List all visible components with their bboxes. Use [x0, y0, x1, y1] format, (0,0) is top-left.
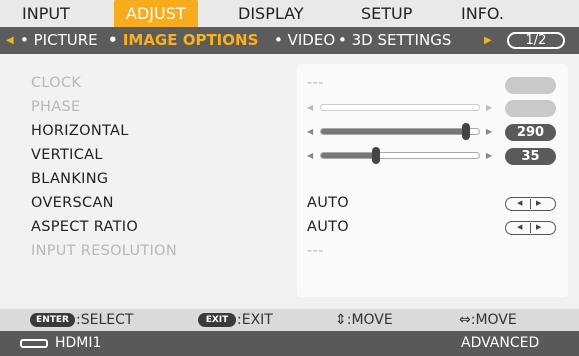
triangle-left-icon[interactable]: ◀ [307, 127, 313, 136]
tab-display[interactable]: DISPLAY [238, 0, 304, 27]
triangle-right-icon[interactable]: ▶ [486, 127, 492, 136]
top-tab-bar: INPUT ADJUST DISPLAY SETUP INFO. [0, 0, 579, 27]
subtab-picture[interactable]: • PICTURE [20, 27, 98, 54]
triangle-right-icon[interactable]: ▶ [536, 199, 541, 207]
overscan-label[interactable]: OVERSCAN [31, 195, 114, 211]
menu-mode: ADVANCED [461, 335, 540, 351]
input-resolution-value: --- [307, 243, 324, 259]
input-resolution-label[interactable]: INPUT RESOLUTION [31, 243, 177, 259]
clock-label[interactable]: CLOCK [31, 75, 81, 91]
triangle-left-icon: ◀ [307, 103, 314, 112]
hdmi-icon [20, 339, 48, 348]
settings-panel: CLOCK --- PHASE ◀ ▶ HORIZONTAL ◀ ▶ 290 V… [0, 54, 579, 309]
move-vertical-hint: ⇕:MOVE [335, 312, 393, 328]
clock-value-pill [505, 77, 556, 94]
tab-input[interactable]: INPUT [22, 0, 70, 27]
aspect-ratio-label[interactable]: ASPECT RATIO [31, 219, 138, 235]
triangle-left-icon[interactable]: ◀ [6, 27, 14, 54]
vertical-slider[interactable] [320, 147, 480, 164]
triangle-right-icon[interactable]: ▶ [536, 223, 541, 231]
selector-divider [530, 199, 531, 209]
subtab-image-options[interactable]: • IMAGE OPTIONS [108, 27, 258, 54]
triangle-right-icon: ▶ [486, 103, 493, 112]
tab-setup[interactable]: SETUP [361, 0, 412, 27]
move-horizontal-hint: ⇔:MOVE [459, 312, 517, 328]
phase-slider [320, 104, 480, 111]
sub-tab-bar: ◀ • PICTURE • IMAGE OPTIONS • VIDEO • 3D… [0, 27, 579, 54]
aspect-ratio-selector[interactable]: ◀ ▶ [505, 221, 556, 235]
horizontal-slider[interactable] [320, 123, 480, 140]
phase-label[interactable]: PHASE [31, 99, 80, 115]
subtab-3d-settings[interactable]: • 3D SETTINGS [338, 27, 451, 54]
tab-info[interactable]: INFO. [461, 0, 504, 27]
triangle-right-icon[interactable]: ▶ [486, 151, 492, 160]
triangle-right-icon[interactable]: ▶ [484, 27, 492, 54]
overscan-value: AUTO [307, 195, 350, 211]
overscan-selector[interactable]: ◀ ▶ [505, 197, 556, 211]
clock-value: --- [307, 75, 324, 91]
triangle-left-icon[interactable]: ◀ [517, 199, 522, 207]
input-source: HDMI1 [55, 335, 102, 351]
enter-key-icon: ENTER [30, 313, 75, 327]
vertical-slider-knob[interactable] [372, 147, 380, 164]
phase-value-pill [505, 100, 556, 117]
horizontal-value: 290 [505, 124, 556, 141]
hint-bar: ENTER :SELECT EXIT :EXIT ⇕:MOVE ⇔:MOVE [0, 309, 579, 331]
blanking-label[interactable]: BLANKING [31, 171, 108, 187]
tab-adjust[interactable]: ADJUST [114, 0, 198, 27]
page-indicator: 1/2 [507, 32, 565, 49]
selector-divider [530, 223, 531, 233]
vertical-label[interactable]: VERTICAL [31, 147, 103, 163]
aspect-ratio-value: AUTO [307, 219, 350, 235]
select-hint: :SELECT [76, 312, 134, 328]
exit-hint: :EXIT [237, 312, 273, 328]
vertical-value: 35 [505, 148, 556, 165]
values-box [297, 64, 568, 297]
horizontal-slider-knob[interactable] [462, 123, 470, 140]
vertical-slider-fill [321, 153, 376, 158]
horizontal-slider-fill [321, 129, 466, 134]
status-bar: HDMI1 ADVANCED [0, 331, 579, 356]
subtab-video[interactable]: • VIDEO [274, 27, 335, 54]
triangle-left-icon[interactable]: ◀ [307, 151, 313, 160]
exit-key-icon: EXIT [198, 313, 236, 327]
triangle-left-icon[interactable]: ◀ [517, 223, 522, 231]
horizontal-label[interactable]: HORIZONTAL [31, 123, 129, 139]
